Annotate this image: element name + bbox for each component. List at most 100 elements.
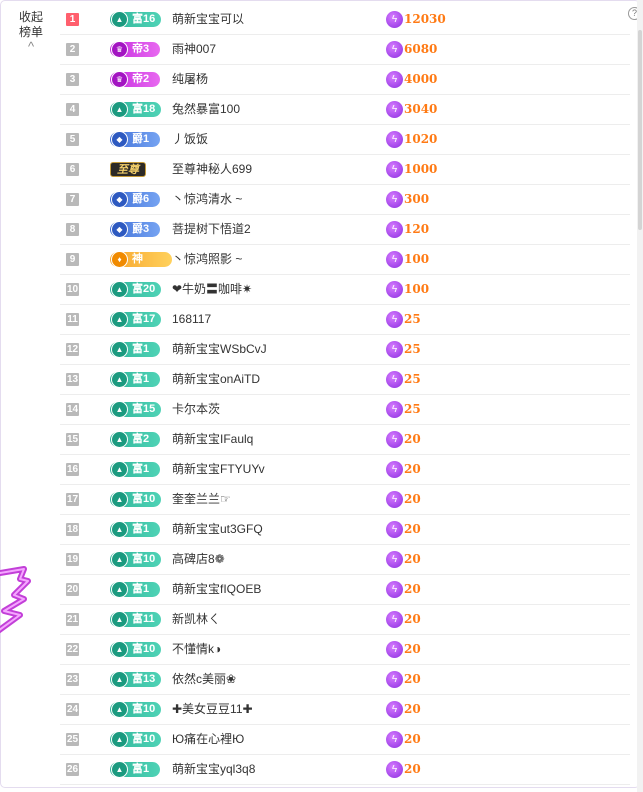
score-value: 12030 (404, 12, 446, 26)
ranking-row[interactable]: 11 ▲ 富17 168117 ϟ 25 (60, 305, 630, 335)
user-name[interactable]: 高碑店8❁ (172, 552, 225, 567)
ranking-row[interactable]: 14 ▲ 富15 卡尔本茨 ϟ 25 (60, 395, 630, 425)
ranking-row[interactable]: 25 ▲ 富10 Ю痛在心裡Ю ϟ 20 (60, 725, 630, 755)
user-name[interactable]: 丶惊鸿照影 ~ (172, 252, 242, 267)
badge-label: 富1 (132, 763, 150, 775)
ranking-row[interactable]: 4 ▲ 富18 兔然暴富100 ϟ 3040 (60, 95, 630, 125)
ranking-row[interactable]: 7 ◆ 爵6 丶惊鸿清水 ~ ϟ 300 (60, 185, 630, 215)
user-name[interactable]: 菩提树下悟道2 (172, 222, 251, 237)
ranking-row[interactable]: 15 ▲ 富2 萌新宝宝IFaulq ϟ 20 (60, 425, 630, 455)
ranking-row[interactable]: 9 ♦ 神丶惊鸿照影 ~ ϟ 100 (60, 245, 630, 275)
scrollbar[interactable] (637, 0, 643, 792)
crown-icon: ♛ (111, 71, 128, 88)
user-name[interactable]: Ю痛在心裡Ю (172, 732, 244, 747)
lightning-bolt-icon: ϟ (386, 611, 403, 628)
user-name[interactable]: 新凯林ㄑ (172, 612, 220, 627)
collapse-ranking-button[interactable]: 收起 榜单 ^ (10, 10, 52, 53)
user-name[interactable]: 丿饭饭 (172, 132, 208, 147)
ranking-row[interactable]: 13 ▲ 富1 萌新宝宝onAiTD ϟ 25 (60, 365, 630, 395)
ranking-row[interactable]: 6 至尊 至尊神秘人699 ϟ 1000 (60, 155, 630, 185)
ranking-row[interactable]: 26 ▲ 富1 萌新宝宝yql3q8 ϟ 20 (60, 755, 630, 785)
ranking-row[interactable]: 5 ◆ 爵1 丿饭饭 ϟ 1020 (60, 125, 630, 155)
level-badge: ◆ 爵3 (110, 221, 160, 238)
lightning-bolt-icon: ϟ (386, 71, 403, 88)
ranking-row[interactable]: 22 ▲ 富10 不懂情k◑ ϟ 20 (60, 635, 630, 665)
rank-number: 25 (66, 733, 79, 746)
level-badge: ▲ 富16 (110, 11, 162, 28)
lightning-bolt-icon: ϟ (386, 131, 403, 148)
ranking-row[interactable]: 16 ▲ 富1 萌新宝宝FTYUYv ϟ 20 (60, 455, 630, 485)
user-name[interactable]: 不懂情k◑ (172, 642, 221, 657)
user-name[interactable]: 丶惊鸿清水 ~ (172, 192, 242, 207)
ranking-row[interactable]: 17 ▲ 富10 奎奎兰兰☞ ϟ 20 (60, 485, 630, 515)
user-name[interactable]: 雨神007 (172, 42, 216, 57)
badge-label: 帝3 (132, 43, 150, 55)
triangle-icon: ▲ (111, 491, 128, 508)
user-name[interactable]: 依然c美丽❀ (172, 672, 236, 687)
ranking-row[interactable]: 8 ◆ 爵3 菩提树下悟道2 ϟ 120 (60, 215, 630, 245)
lightning-bolt-icon: ϟ (386, 731, 403, 748)
diamond-icon: ◆ (111, 131, 128, 148)
badge-label: 富1 (132, 523, 150, 535)
rank-number: 5 (66, 133, 79, 146)
user-name[interactable]: 纯屠杨 (172, 72, 208, 87)
lightning-bolt-icon: ϟ (386, 41, 403, 58)
score-value: 25 (404, 312, 421, 326)
badge-label: 至尊 (117, 164, 139, 176)
ranking-row[interactable]: 21 ▲ 富11 新凯林ㄑ ϟ 20 (60, 605, 630, 635)
ranking-row[interactable]: 12 ▲ 富1 萌新宝宝WSbCvJ ϟ 25 (60, 335, 630, 365)
ranking-row[interactable]: 2 ♛ 帝3 雨神007 ϟ 6080 (60, 35, 630, 65)
rank-number: 20 (66, 583, 79, 596)
user-name[interactable]: 萌新宝宝ut3GFQ (172, 522, 263, 537)
rank-number: 19 (66, 553, 79, 566)
rank-number: 12 (66, 343, 79, 356)
badge-label: 帝2 (132, 73, 150, 85)
user-name[interactable]: 萌新宝宝yql3q8 (172, 762, 255, 777)
ranking-row[interactable]: 3 ♛ 帝2 纯屠杨 ϟ 4000 (60, 65, 630, 95)
triangle-icon: ▲ (111, 731, 128, 748)
lightning-bolt-icon: ϟ (386, 671, 403, 688)
user-name[interactable]: 168117 (172, 312, 211, 327)
lightning-bolt-icon: ϟ (386, 641, 403, 658)
rank-number: 3 (66, 73, 79, 86)
badge-label: 富10 (132, 493, 156, 505)
user-name[interactable]: 至尊神秘人699 (172, 162, 252, 177)
ranking-row[interactable]: 10 ▲ 富20 ❤牛奶〓咖啡✷ ϟ 100 (60, 275, 630, 305)
level-badge: ▲ 富1 (110, 761, 160, 778)
ranking-row[interactable]: 23 ▲ 富13 依然c美丽❀ ϟ 20 (60, 665, 630, 695)
level-badge: ▲ 富10 (110, 731, 162, 748)
badge-label: 富10 (132, 703, 156, 715)
triangle-icon: ▲ (111, 311, 128, 328)
user-name[interactable]: 萌新宝宝可以 (172, 12, 244, 27)
badge-label: 富1 (132, 343, 150, 355)
user-name[interactable]: 萌新宝宝fIQOEB (172, 582, 261, 597)
scrollbar-thumb[interactable] (638, 30, 642, 230)
badge-label: 爵1 (132, 133, 150, 145)
user-name[interactable]: 卡尔本茨 (172, 402, 220, 417)
user-name[interactable]: ❤牛奶〓咖啡✷ (172, 282, 252, 297)
lightning-bolt-icon: ϟ (386, 11, 403, 28)
badge-label: 富13 (132, 673, 156, 685)
user-name[interactable]: 萌新宝宝WSbCvJ (172, 342, 267, 357)
user-name[interactable]: 兔然暴富100 (172, 102, 240, 117)
ranking-row[interactable]: 20 ▲ 富1 萌新宝宝fIQOEB ϟ 20 (60, 575, 630, 605)
triangle-icon: ▲ (111, 761, 128, 778)
ranking-row[interactable]: 1 ▲ 富16 萌新宝宝可以 ϟ 12030 (60, 5, 630, 35)
user-name[interactable]: 萌新宝宝onAiTD (172, 372, 260, 387)
score-value: 100 (404, 282, 430, 296)
user-name[interactable]: 萌新宝宝IFaulq (172, 432, 253, 447)
score-value: 20 (404, 552, 421, 566)
user-name[interactable]: 萌新宝宝FTYUYv (172, 462, 265, 477)
triangle-icon: ▲ (111, 371, 128, 388)
lightning-bolt-icon: ϟ (386, 341, 403, 358)
rank-number: 7 (66, 193, 79, 206)
user-name[interactable]: 奎奎兰兰☞ (172, 492, 231, 507)
collapse-label-line1: 收起 (18, 10, 43, 24)
ranking-row[interactable]: 19 ▲ 富10 高碑店8❁ ϟ 20 (60, 545, 630, 575)
lightning-bolt-icon: ϟ (386, 491, 403, 508)
user-name[interactable]: ✚美女豆豆11✚ (172, 702, 253, 717)
ranking-row[interactable]: 24 ▲ 富10 ✚美女豆豆11✚ ϟ 20 (60, 695, 630, 725)
ranking-row[interactable]: 18 ▲ 富1 萌新宝宝ut3GFQ ϟ 20 (60, 515, 630, 545)
lightning-bolt-icon: ϟ (386, 701, 403, 718)
lightning-bolt-icon: ϟ (386, 101, 403, 118)
